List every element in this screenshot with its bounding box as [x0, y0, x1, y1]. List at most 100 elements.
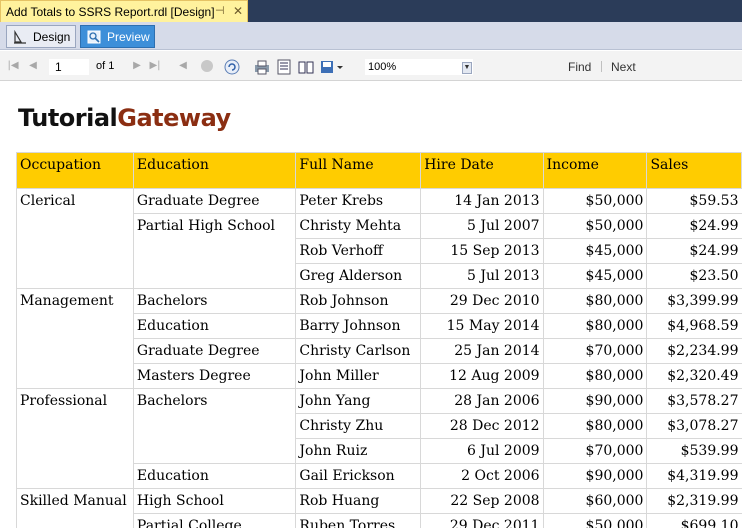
- full-name-cell: Christy Mehta: [295, 213, 421, 239]
- report-toolbar: |◀ ◀ 1 of 1 ▶ ▶| ◀ 100% ▼ Find Next: [0, 51, 742, 81]
- full-name-cell: Gail Erickson: [295, 463, 421, 489]
- zoom-select[interactable]: 100% ▼: [364, 58, 474, 76]
- hire-date-cell: 28 Dec 2012: [420, 413, 544, 439]
- income-cell: $45,000: [542, 263, 647, 289]
- next-page-icon[interactable]: ▶: [130, 59, 144, 73]
- sales-cell: $4,319.99: [646, 463, 742, 489]
- document-tab-strip: Add Totals to SSRS Report.rdl [Design] ⊣…: [0, 0, 742, 22]
- occupation-cell: [16, 263, 134, 289]
- occupation-cell: Clerical: [16, 188, 134, 214]
- sales-cell: $23.50: [646, 263, 742, 289]
- first-page-icon[interactable]: |◀: [6, 59, 20, 73]
- document-tab-title: Add Totals to SSRS Report.rdl [Design]: [6, 4, 215, 19]
- table-row: Christy Zhu 28 Dec 2012 $80,000 $3,078.27: [16, 413, 742, 439]
- column-header: Full Name: [295, 152, 422, 189]
- income-cell: $50,000: [542, 213, 647, 239]
- education-cell: Education: [132, 463, 296, 489]
- hire-date-cell: 22 Sep 2008: [420, 488, 544, 514]
- hire-date-cell: 25 Jan 2014: [420, 338, 544, 364]
- page-setup-icon[interactable]: [298, 59, 314, 74]
- page-count-label: of 1: [96, 60, 115, 72]
- occupation-cell: [16, 463, 134, 489]
- income-cell: $80,000: [542, 288, 647, 314]
- tab-preview[interactable]: Preview: [80, 25, 155, 48]
- occupation-cell: [16, 513, 134, 528]
- sales-cell: $3,078.27: [646, 413, 742, 439]
- column-header: Sales: [646, 152, 742, 189]
- education-cell: Education: [132, 313, 296, 339]
- education-cell: [132, 238, 296, 264]
- tutorial-gateway-logo: TutorialGateway: [18, 104, 231, 132]
- table-row: Partial College Ruben Torres 29 Dec 2011 $5…: [16, 513, 742, 528]
- hire-date-cell: 5 Jul 2007: [420, 213, 544, 239]
- chevron-down-icon[interactable]: ▼: [462, 62, 472, 74]
- full-name-cell: Christy Zhu: [295, 413, 421, 439]
- education-cell: [132, 263, 296, 289]
- education-cell: Graduate Degree: [132, 188, 296, 214]
- full-name-cell: Rob Verhoff: [295, 238, 421, 264]
- table-row: Education Barry Johnson 15 May 2014 $80,000…: [16, 313, 742, 339]
- occupation-cell: [16, 438, 134, 464]
- tab-preview-label: Preview: [107, 29, 150, 44]
- table-row: Rob Verhoff 15 Sep 2013 $45,000 $24.99: [16, 238, 742, 264]
- education-cell: [132, 438, 296, 464]
- income-cell: $80,000: [542, 413, 647, 439]
- page-number-input[interactable]: 1: [48, 58, 90, 76]
- last-page-icon[interactable]: ▶|: [148, 59, 162, 73]
- sales-cell: $24.99: [646, 238, 742, 264]
- print-icon[interactable]: [254, 59, 269, 75]
- logo-part-2: Gateway: [117, 104, 231, 132]
- table-row: Professional Bachelors John Yang 28 Jan 200…: [16, 388, 742, 414]
- full-name-cell: John Miller: [295, 363, 421, 389]
- stop-icon[interactable]: [200, 59, 214, 73]
- column-header: Hire Date: [420, 152, 544, 189]
- hire-date-cell: 5 Jul 2013: [420, 263, 544, 289]
- sales-cell: $539.99: [646, 438, 742, 464]
- hire-date-cell: 15 Sep 2013: [420, 238, 544, 264]
- income-cell: $45,000: [542, 238, 647, 264]
- sales-cell: $2,234.99: [646, 338, 742, 364]
- print-layout-icon[interactable]: [276, 59, 291, 75]
- hire-date-cell: 2 Oct 2006: [420, 463, 544, 489]
- export-icon[interactable]: [320, 59, 344, 73]
- toolbar-separator: [601, 61, 602, 72]
- table-row: Graduate Degree Christy Carlson 25 Jan 201…: [16, 338, 742, 364]
- occupation-cell: [16, 238, 134, 264]
- close-icon[interactable]: ✕: [233, 4, 243, 18]
- tab-design-label: Design: [33, 29, 71, 44]
- find-next-link[interactable]: Next: [611, 60, 636, 74]
- table-row: John Ruiz 6 Jul 2009 $70,000 $539.99: [16, 438, 742, 464]
- preview-icon: [87, 30, 101, 44]
- column-header: Occupation: [16, 152, 134, 189]
- sales-cell: $3,578.27: [646, 388, 742, 414]
- education-cell: Masters Degree: [132, 363, 296, 389]
- income-cell: $80,000: [542, 313, 647, 339]
- refresh-icon[interactable]: [224, 59, 240, 75]
- pin-icon[interactable]: ⊣: [215, 4, 225, 18]
- full-name-cell: Christy Carlson: [295, 338, 421, 364]
- income-cell: $50,000: [542, 513, 647, 528]
- view-tab-bar: Design Preview: [0, 22, 742, 50]
- hire-date-cell: 29 Dec 2011: [420, 513, 544, 528]
- full-name-cell: Barry Johnson: [295, 313, 421, 339]
- full-name-cell: John Yang: [295, 388, 421, 414]
- sales-cell: $2,320.49: [646, 363, 742, 389]
- table-row: Greg Alderson 5 Jul 2013 $45,000 $23.50: [16, 263, 742, 289]
- education-cell: High School: [132, 488, 296, 514]
- table-row: Education Gail Erickson 2 Oct 2006 $90,000 $…: [16, 463, 742, 489]
- find-link[interactable]: Find: [568, 60, 591, 74]
- income-cell: $90,000: [542, 388, 647, 414]
- occupation-cell: [16, 313, 134, 339]
- table-row: Masters Degree John Miller 12 Aug 2009 $80,…: [16, 363, 742, 389]
- full-name-cell: Greg Alderson: [295, 263, 421, 289]
- full-name-cell: Rob Johnson: [295, 288, 421, 314]
- income-cell: $90,000: [542, 463, 647, 489]
- tab-design[interactable]: Design: [6, 25, 76, 48]
- column-header: Income: [542, 152, 648, 189]
- previous-page-icon[interactable]: ◀: [26, 59, 40, 73]
- document-tab[interactable]: Add Totals to SSRS Report.rdl [Design] ⊣…: [0, 0, 248, 22]
- back-icon[interactable]: ◀: [176, 59, 190, 73]
- hire-date-cell: 29 Dec 2010: [420, 288, 544, 314]
- occupation-cell: Professional: [16, 388, 134, 414]
- sales-cell: $2,319.99: [646, 488, 742, 514]
